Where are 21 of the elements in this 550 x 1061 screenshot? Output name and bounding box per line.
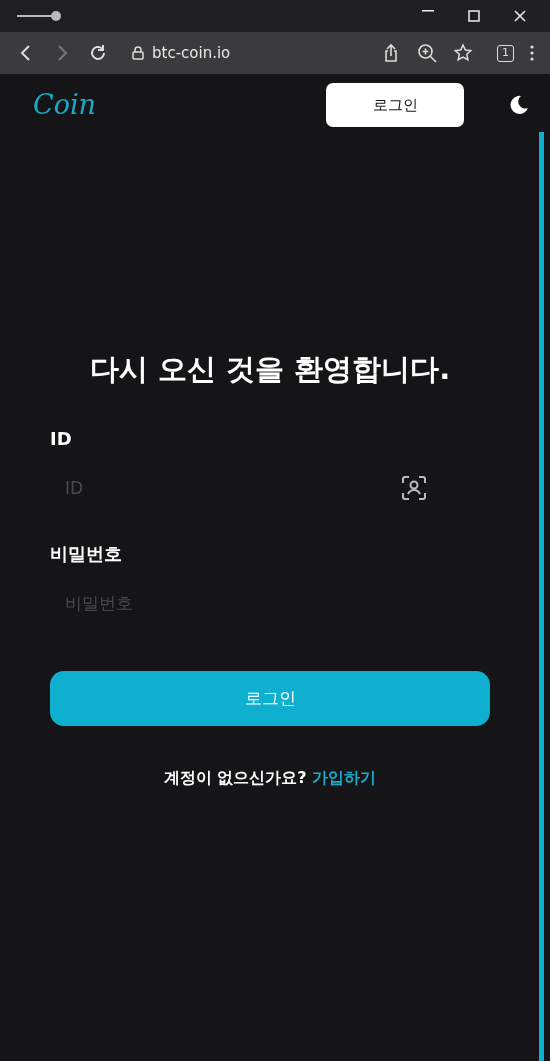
signup-link[interactable]: 가입하기 [312, 767, 377, 787]
heading: 다시 오신 것을 환영합니다. [88, 352, 452, 387]
field-label: ID [50, 426, 73, 451]
moon-icon[interactable] [509, 95, 529, 115]
tab-count[interactable]: 1 [497, 44, 514, 62]
menu-icon[interactable] [530, 45, 534, 61]
login-button[interactable]: 로그인 [326, 83, 464, 127]
lock-icon [132, 46, 144, 60]
face-id-icon[interactable] [401, 474, 427, 501]
address-bar-text[interactable]: btc-coin.io [152, 41, 231, 65]
minimize-icon[interactable] [422, 10, 434, 12]
maximize-icon[interactable] [468, 10, 480, 22]
reload-icon[interactable] [88, 43, 108, 63]
scrollbar[interactable] [539, 132, 544, 1061]
field-label: 비밀번호 [50, 541, 123, 566]
close-icon[interactable] [514, 10, 526, 22]
zoom-in-icon[interactable] [417, 43, 437, 63]
zoom-slider-icon[interactable] [16, 11, 62, 21]
signup-prompt: 계정이 없으신가요? [163, 767, 308, 787]
star-icon[interactable] [453, 43, 473, 63]
logo[interactable]: Coin [33, 84, 96, 126]
